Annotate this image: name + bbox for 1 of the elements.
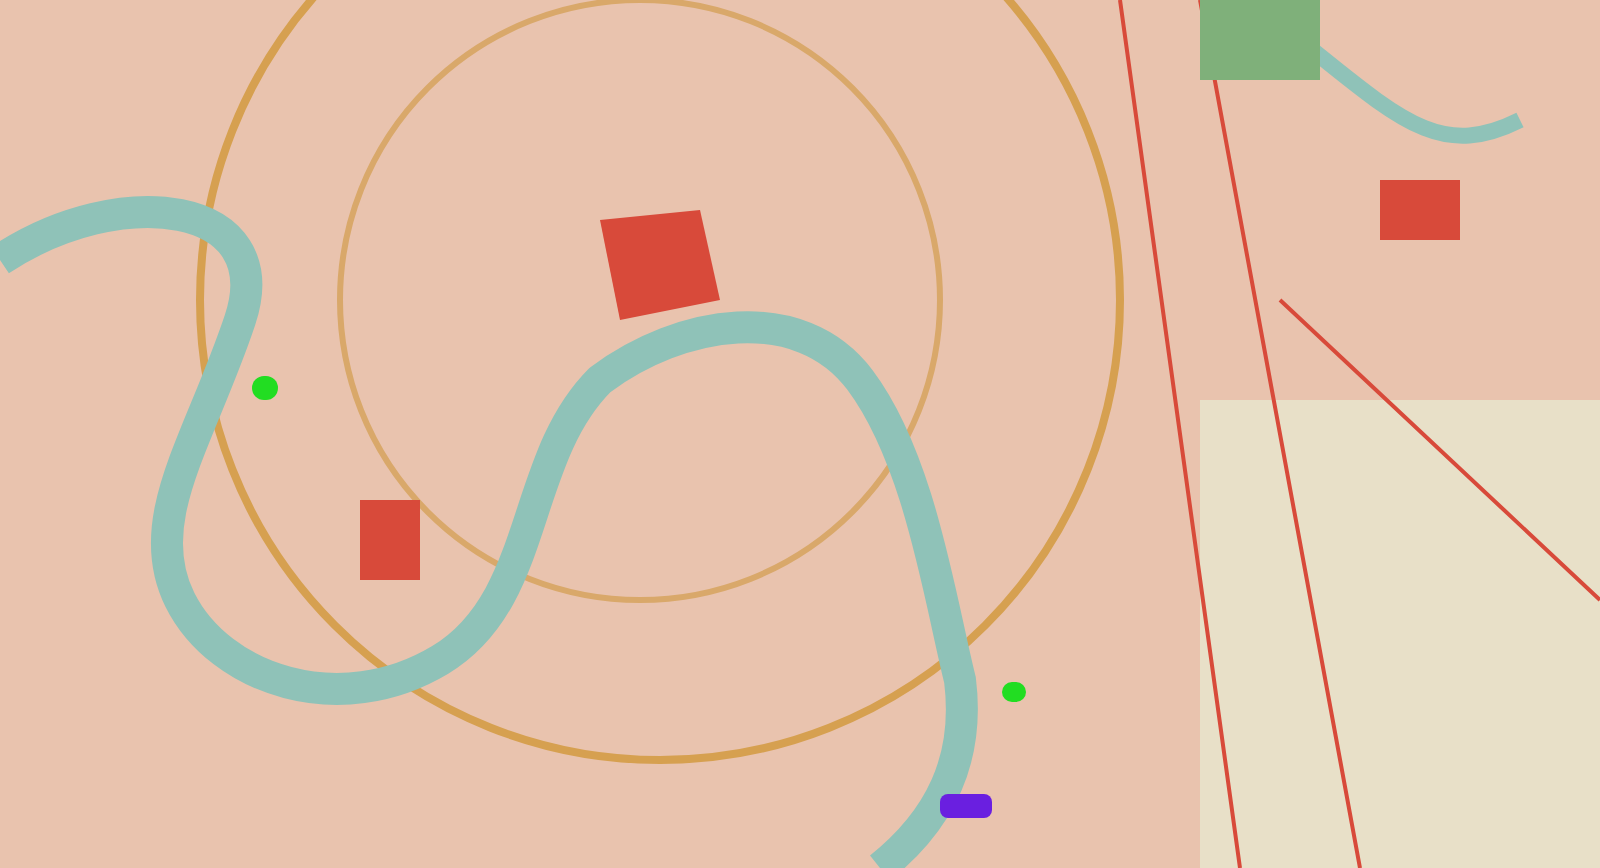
map-marker[interactable]	[940, 794, 992, 818]
